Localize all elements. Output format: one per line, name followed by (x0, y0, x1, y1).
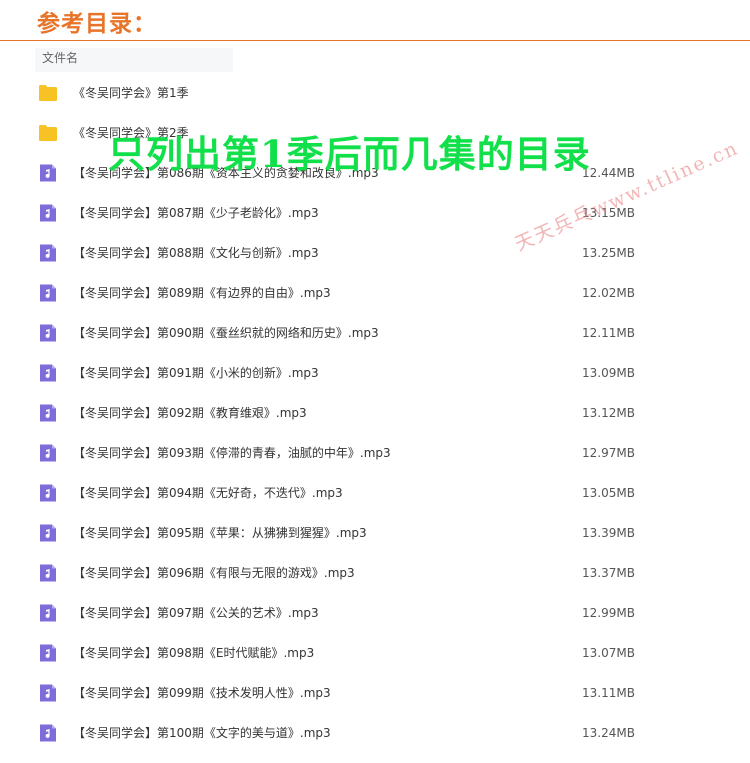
audio-file-icon (38, 244, 58, 262)
file-list: 《冬吴同学会》第1季 《冬吴同学会》第2季 【冬吴同学会】第086期《资本主义的贪婪… (0, 0, 750, 763)
file-row[interactable]: 【冬吴同学会】第098期《E时代赋能》.mp3 13.07MB (0, 633, 700, 673)
file-row[interactable]: 【冬吴同学会】第099期《技术发明人性》.mp3 13.11MB (0, 673, 700, 713)
file-size: 13.05MB (582, 486, 635, 500)
audio-file-icon (38, 564, 58, 582)
audio-file-icon (38, 684, 58, 702)
file-name[interactable]: 【冬吴同学会】第098期《E时代赋能》.mp3 (73, 644, 314, 662)
file-name[interactable]: 【冬吴同学会】第094期《无好奇，不迭代》.mp3 (73, 484, 343, 502)
file-row[interactable]: 【冬吴同学会】第088期《文化与创新》.mp3 13.25MB (0, 233, 700, 273)
file-name[interactable]: 【冬吴同学会】第097期《公关的艺术》.mp3 (73, 604, 319, 622)
audio-file-icon (38, 164, 58, 182)
folder-icon (38, 124, 58, 142)
audio-file-icon (38, 204, 58, 222)
file-name[interactable]: 【冬吴同学会】第090期《蚕丝织就的网络和历史》.mp3 (73, 324, 379, 342)
folder-icon (38, 84, 58, 102)
audio-file-icon (38, 644, 58, 662)
file-size: 13.09MB (582, 366, 635, 380)
audio-file-icon (38, 484, 58, 502)
file-name[interactable]: 【冬吴同学会】第099期《技术发明人性》.mp3 (73, 684, 331, 702)
file-name[interactable]: 【冬吴同学会】第091期《小米的创新》.mp3 (73, 364, 319, 382)
file-row[interactable]: 【冬吴同学会】第095期《苹果：从狒狒到猩猩》.mp3 13.39MB (0, 513, 700, 553)
file-size: 13.39MB (582, 526, 635, 540)
file-size: 13.12MB (582, 406, 635, 420)
file-name[interactable]: 【冬吴同学会】第093期《停滞的青春，油腻的中年》.mp3 (73, 444, 391, 462)
file-row[interactable]: 【冬吴同学会】第097期《公关的艺术》.mp3 12.99MB (0, 593, 700, 633)
audio-file-icon (38, 324, 58, 342)
file-size: 13.37MB (582, 566, 635, 580)
audio-file-icon (38, 364, 58, 382)
file-row[interactable]: 【冬吴同学会】第094期《无好奇，不迭代》.mp3 13.05MB (0, 473, 700, 513)
file-size: 12.97MB (582, 446, 635, 460)
file-name[interactable]: 【冬吴同学会】第088期《文化与创新》.mp3 (73, 244, 319, 262)
audio-file-icon (38, 604, 58, 622)
audio-file-icon (38, 284, 58, 302)
file-row[interactable]: 【冬吴同学会】第089期《有边界的自由》.mp3 12.02MB (0, 273, 700, 313)
file-size: 13.24MB (582, 726, 635, 740)
file-size: 13.11MB (582, 686, 635, 700)
overlay-annotation: 只列出第1季后而几集的目录 (108, 132, 591, 176)
file-size: 13.25MB (582, 246, 635, 260)
file-row[interactable]: 【冬吴同学会】第091期《小米的创新》.mp3 13.09MB (0, 353, 700, 393)
audio-file-icon (38, 524, 58, 542)
file-name[interactable]: 【冬吴同学会】第087期《少子老龄化》.mp3 (73, 204, 319, 222)
file-size: 12.02MB (582, 286, 635, 300)
audio-file-icon (38, 404, 58, 422)
file-size: 12.99MB (582, 606, 635, 620)
file-name[interactable]: 【冬吴同学会】第095期《苹果：从狒狒到猩猩》.mp3 (73, 524, 367, 542)
file-name[interactable]: 【冬吴同学会】第100期《文字的美与道》.mp3 (73, 724, 331, 742)
file-row[interactable]: 【冬吴同学会】第096期《有限与无限的游戏》.mp3 13.37MB (0, 553, 700, 593)
file-name[interactable]: 【冬吴同学会】第096期《有限与无限的游戏》.mp3 (73, 564, 355, 582)
file-row[interactable]: 【冬吴同学会】第100期《文字的美与道》.mp3 13.24MB (0, 713, 700, 753)
file-size: 13.07MB (582, 646, 635, 660)
audio-file-icon (38, 724, 58, 742)
file-name[interactable]: 《冬吴同学会》第1季 (73, 84, 189, 102)
file-name[interactable]: 【冬吴同学会】第089期《有边界的自由》.mp3 (73, 284, 331, 302)
folder-row[interactable]: 《冬吴同学会》第1季 (0, 73, 700, 113)
file-size: 12.11MB (582, 326, 635, 340)
file-name[interactable]: 【冬吴同学会】第092期《教育维艰》.mp3 (73, 404, 307, 422)
file-row[interactable]: 【冬吴同学会】第090期《蚕丝织就的网络和历史》.mp3 12.11MB (0, 313, 700, 353)
file-row[interactable]: 【冬吴同学会】第093期《停滞的青春，油腻的中年》.mp3 12.97MB (0, 433, 700, 473)
file-row[interactable]: 【冬吴同学会】第092期《教育维艰》.mp3 13.12MB (0, 393, 700, 433)
audio-file-icon (38, 444, 58, 462)
